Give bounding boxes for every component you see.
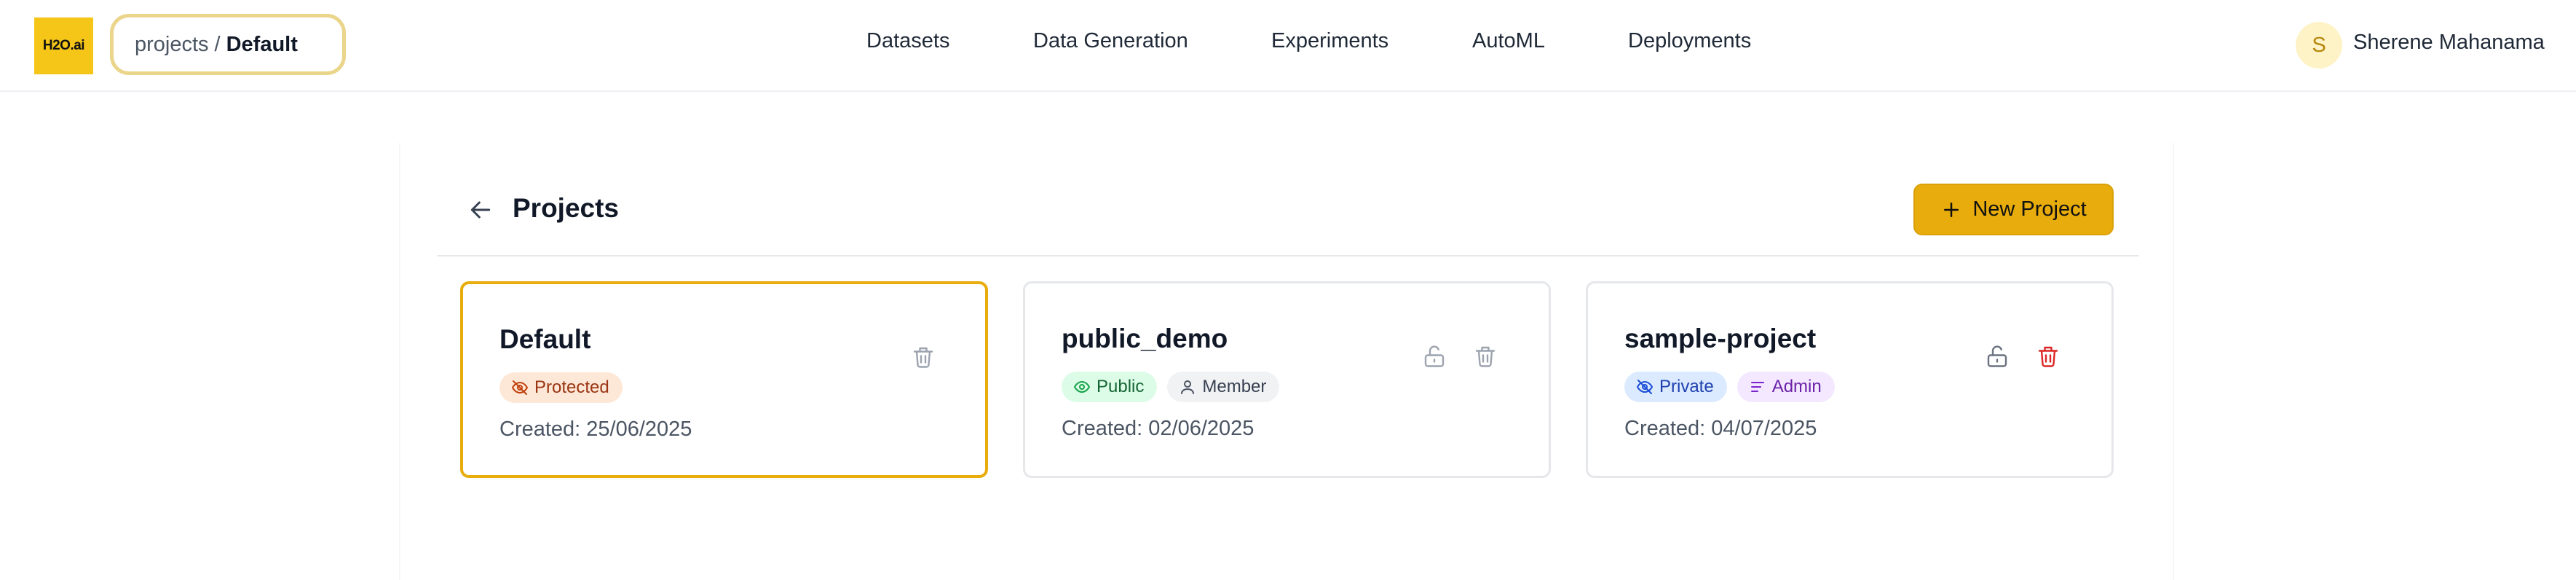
badge-label: Member bbox=[1202, 377, 1267, 396]
user-icon bbox=[1181, 380, 1195, 394]
eye-off-icon bbox=[1637, 380, 1653, 394]
list-icon bbox=[1750, 382, 1764, 392]
avatar[interactable]: S bbox=[2296, 22, 2342, 68]
project-card-default[interactable]: Default Protected Created: 25/06/2025 bbox=[460, 281, 988, 478]
badge-label: Admin bbox=[1771, 377, 1822, 396]
nav-deployments[interactable]: Deployments bbox=[1628, 29, 1751, 53]
breadcrumb-separator: / bbox=[214, 32, 221, 56]
user-name[interactable]: Sherene Mahanama bbox=[2353, 31, 2545, 55]
created-date: Created: 02/06/2025 bbox=[1062, 417, 1255, 440]
badge-member: Member bbox=[1167, 372, 1280, 402]
badge-public: Public bbox=[1062, 372, 1158, 402]
project-name: sample-project bbox=[1624, 324, 1817, 353]
page-title: Projects bbox=[513, 193, 620, 223]
delete-button[interactable] bbox=[1469, 340, 1501, 372]
unlock-icon bbox=[1987, 345, 2007, 367]
trash-icon bbox=[2038, 346, 2058, 367]
new-project-label: New Project bbox=[1972, 197, 2087, 221]
trash-icon bbox=[913, 347, 933, 368]
breadcrumb-root[interactable]: projects bbox=[135, 33, 209, 57]
nav-datasets[interactable]: Datasets bbox=[866, 29, 949, 53]
nav-data-generation[interactable]: Data Generation bbox=[1033, 29, 1188, 53]
back-arrow-icon[interactable] bbox=[466, 195, 495, 224]
badge-label: Protected bbox=[534, 377, 609, 397]
new-project-button[interactable]: New Project bbox=[1913, 184, 2114, 235]
h2o-logo[interactable]: H2O.ai bbox=[34, 17, 93, 74]
badge-private: Private bbox=[1624, 372, 1727, 402]
top-navbar: H2O.ai projects / Default Datasets Data … bbox=[0, 0, 2576, 92]
badge-label: Public bbox=[1097, 377, 1145, 396]
nav-automl[interactable]: AutoML bbox=[1472, 29, 1545, 53]
unlock-icon bbox=[1424, 345, 1445, 367]
delete-button[interactable] bbox=[2032, 340, 2064, 372]
breadcrumb[interactable]: projects / Default bbox=[110, 14, 346, 75]
trash-icon bbox=[1475, 346, 1496, 367]
created-date: Created: 25/06/2025 bbox=[499, 418, 692, 441]
unlock-button[interactable] bbox=[1981, 340, 2013, 372]
created-date: Created: 04/07/2025 bbox=[1624, 417, 1817, 440]
project-card-sample-project[interactable]: sample-project Private Admin Created: 04… bbox=[1586, 281, 2114, 478]
plus-icon bbox=[1944, 202, 1959, 217]
breadcrumb-current: Default bbox=[226, 32, 298, 56]
eye-icon bbox=[1074, 381, 1090, 393]
header-divider bbox=[437, 255, 2139, 256]
project-card-public-demo[interactable]: public_demo Public Member Created: 02/06… bbox=[1023, 281, 1551, 478]
project-name: public_demo bbox=[1062, 324, 1228, 353]
unlock-button[interactable] bbox=[1418, 340, 1450, 372]
badge-protected: Protected bbox=[499, 372, 623, 403]
eye-off-icon bbox=[512, 380, 528, 395]
badge-admin: Admin bbox=[1737, 372, 1835, 402]
badge-label: Private bbox=[1659, 377, 1714, 396]
delete-button[interactable] bbox=[907, 341, 939, 373]
project-name: Default bbox=[499, 324, 591, 354]
nav-experiments[interactable]: Experiments bbox=[1271, 29, 1388, 53]
